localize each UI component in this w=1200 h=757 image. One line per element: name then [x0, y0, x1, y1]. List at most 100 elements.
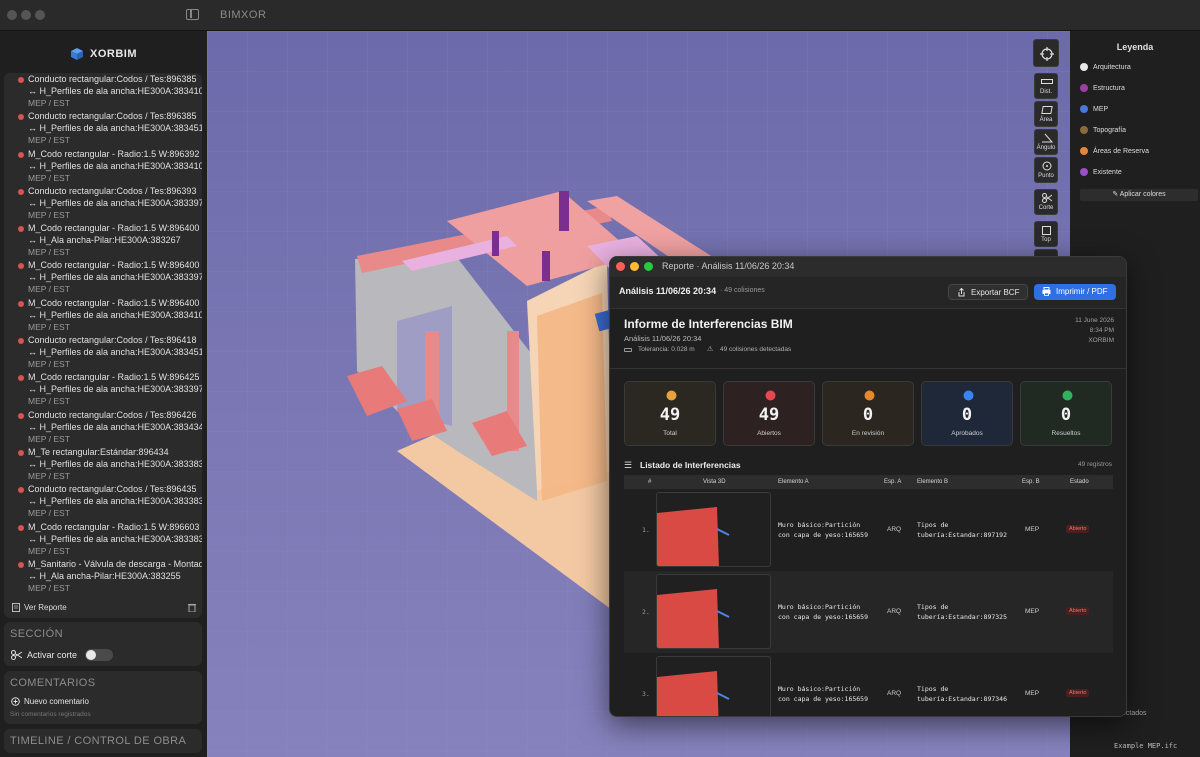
clash-thumbnail[interactable] [656, 492, 771, 567]
element-a-line1: Muro básico:Partición [778, 521, 861, 529]
clash-element-b: ↔ H_Ala ancha-Pilar:HE300A:383255 [28, 570, 181, 581]
app-title: BIMXOR [220, 9, 267, 21]
tolerance-text: Tolerancia: 0.028 m [638, 346, 695, 353]
legend-item[interactable]: Existente [1080, 168, 1122, 176]
clash-item[interactable]: M_Codo rectangular - Radio:1.5 W:896392 ↔… [4, 148, 202, 185]
legend-item[interactable]: Estructura [1080, 84, 1125, 92]
apply-colors-button[interactable]: ✎ Aplicar colores [1080, 189, 1198, 201]
legend-swatch [1080, 105, 1088, 113]
status-dot [18, 263, 24, 270]
clash-item[interactable]: Conducto rectangular:Codos / Tes:896385 ↔… [4, 110, 202, 147]
report-zoom-button[interactable] [644, 262, 653, 271]
clash-element-b: ↔ H_Ala ancha-Pilar:HE300A:383267 [28, 235, 181, 246]
clash-item[interactable]: Conducto rectangular:Codos / Tes:896435 ↔… [4, 483, 202, 520]
stat-card: 0 Aprobados [921, 381, 1013, 446]
export-bcf-button[interactable]: Exportar BCF [948, 284, 1029, 300]
legend-item[interactable]: Topografía [1080, 126, 1126, 134]
stat-label: Resueltos [1051, 430, 1081, 437]
element-a-line2: con capa de yeso:165659 [778, 695, 869, 703]
print-pdf-label: Imprimir / PDF [1056, 287, 1108, 296]
cut-tool-button[interactable]: Corte [1034, 189, 1058, 215]
timeline-panel: TIMELINE / CONTROL DE OBRA [4, 729, 202, 753]
status-dot [18, 188, 24, 195]
clash-category: MEP / EST [28, 135, 70, 146]
clash-item[interactable]: Conducto rectangular:Codos / Tes:896418 ↔… [4, 334, 202, 371]
clash-element-a: M_Codo rectangular - Radio:1.5 W:896392 [28, 148, 200, 159]
clash-item[interactable]: Conducto rectangular:Codos / Tes:896426 ↔… [4, 409, 202, 446]
clash-item[interactable]: M_Codo rectangular - Radio:1.5 W:896400 ↔… [4, 222, 202, 259]
sidebar-toggle-icon[interactable] [186, 9, 199, 20]
legend-item[interactable]: Áreas de Reserva [1080, 147, 1149, 155]
list-title: Listado de Interferencias [640, 460, 741, 470]
clash-item[interactable]: Conducto rectangular:Codos / Tes:896385 ↔… [4, 73, 202, 110]
zoom-window-button[interactable] [35, 10, 45, 20]
element-b-line1: Tipos de [917, 521, 949, 529]
legend-swatch [1080, 126, 1088, 134]
clash-item[interactable]: M_Sanitario - Válvula de descarga - Mont… [4, 558, 202, 595]
clash-item[interactable]: M_Codo rectangular - Radio:1.5 W:896400 ↔… [4, 297, 202, 334]
clash-element-b: ↔ H_Perfiles de ala ancha:HE300A:383451 [28, 347, 202, 358]
top-view-button[interactable]: Top [1034, 221, 1058, 247]
element-a-line1: Muro básico:Partición [778, 603, 861, 611]
clash-item[interactable]: M_Codo rectangular - Radio:1.5 W:896400 ↔… [4, 259, 202, 296]
legend-label: Existente [1093, 168, 1122, 176]
angle-tool-button[interactable]: Ángulo [1034, 129, 1058, 155]
brand-name: XORBIM [90, 47, 137, 60]
activar-corte-label: Activar corte [27, 650, 78, 660]
clash-item[interactable]: M_Codo rectangular - Radio:1.5 W:896603 ↔… [4, 521, 202, 558]
minimize-window-button[interactable] [21, 10, 31, 20]
add-comment-icon[interactable] [11, 697, 20, 706]
clash-item[interactable]: M_Te rectangular:Estándar:896434 ↔ H_Perf… [4, 446, 202, 483]
report-close-button[interactable] [616, 262, 625, 271]
nuevo-comentario-button[interactable]: Nuevo comentario [24, 697, 89, 706]
doc-author: XORBIM [1088, 337, 1114, 344]
table-row[interactable]: 2. Muro básico:Partición con capa de yeso:… [624, 571, 1113, 653]
trash-icon[interactable] [188, 603, 196, 612]
top-view-icon [1042, 226, 1051, 235]
status-dot [18, 300, 24, 307]
clash-category: MEP / EST [28, 396, 70, 407]
legend-label: Topografía [1093, 126, 1127, 134]
report-header-count: · 49 colisiones [720, 287, 765, 294]
clash-thumbnail[interactable] [656, 656, 771, 716]
legend-label: Estructura [1093, 84, 1125, 92]
export-icon [958, 288, 965, 297]
clash-list: Conducto rectangular:Codos / Tes:896385 ↔… [4, 73, 202, 595]
cut-tool-label: Corte [1038, 205, 1054, 211]
clash-item[interactable]: M_Codo rectangular - Radio:1.5 W:896425 ↔… [4, 371, 202, 408]
element-b-line2: tubería:Estandar:897192 [917, 531, 1008, 539]
close-window-button[interactable] [7, 10, 17, 20]
report-window-title: Reporte · Análisis 11/06/26 20:34 [662, 261, 795, 271]
point-tool-button[interactable]: Punto [1034, 157, 1058, 183]
table-row[interactable]: 3. Muro básico:Partición con capa de yeso:… [624, 653, 1113, 716]
legend-item[interactable]: MEP [1080, 105, 1108, 113]
table-row[interactable]: 1. Muro básico:Partición con capa de yeso:… [624, 489, 1113, 571]
col-estado: Estado [1070, 479, 1089, 485]
ver-reporte-button[interactable]: Ver Reporte [4, 598, 202, 618]
area-tool-button[interactable]: Área [1034, 101, 1058, 127]
clash-element-b: ↔ H_Perfiles de ala ancha:HE300A:383397 [28, 384, 202, 395]
stat-label: Aprobados [951, 430, 983, 437]
report-titlebar: Reporte · Análisis 11/06/26 20:34 [610, 257, 1126, 277]
clash-list-panel: Conducto rectangular:Codos / Tes:896385 ↔… [4, 73, 202, 618]
comentarios-title: COMENTARIOS [10, 677, 96, 689]
report-minimize-button[interactable] [630, 262, 639, 271]
clash-category: MEP / EST [28, 433, 70, 444]
point-tool-label: Punto [1038, 173, 1054, 179]
dist-tool-button[interactable]: Dist. [1034, 73, 1058, 99]
status-dot [18, 375, 24, 382]
file-name: Example MEP.ifc [1114, 742, 1178, 750]
status-badge: Abierto [1066, 525, 1090, 533]
clash-preview [657, 507, 730, 566]
scissors-icon [11, 650, 22, 660]
clash-category: MEP / EST [28, 284, 70, 295]
activar-corte-toggle[interactable] [85, 649, 113, 661]
clash-thumbnail[interactable] [656, 574, 771, 649]
ruler-icon [1041, 79, 1053, 84]
print-pdf-button[interactable]: Imprimir / PDF [1034, 284, 1116, 300]
interference-table: # Vista 3D Elemento A Esp. A Elemento B … [624, 475, 1113, 716]
clash-item[interactable]: Conducto rectangular:Codos / Tes:896393 ↔… [4, 185, 202, 222]
legend-item[interactable]: Arquitectura [1080, 63, 1131, 71]
focus-tool-button[interactable] [1033, 39, 1059, 67]
report-icon [12, 603, 20, 612]
